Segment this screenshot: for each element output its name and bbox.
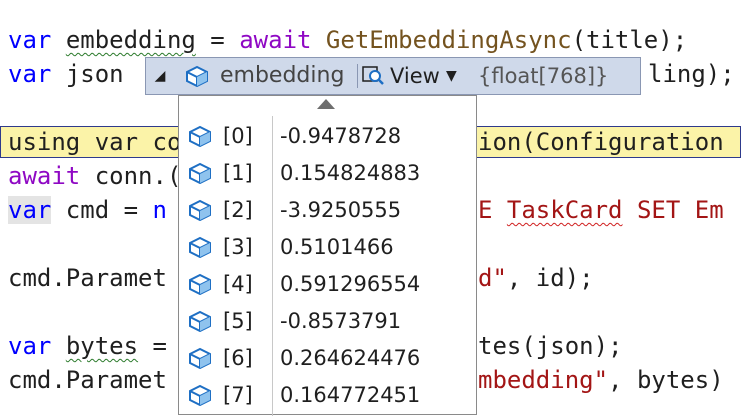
magnifier-icon (362, 66, 384, 85)
code-text: ling); (648, 60, 735, 88)
view-button[interactable]: View ▼ (362, 62, 468, 90)
list-item[interactable]: [5] -0.8573791 (179, 303, 476, 340)
identifier: bytes (65, 332, 139, 360)
datatip-variable-name[interactable]: embedding (220, 58, 344, 94)
identifier: embedding (65, 26, 196, 54)
item-index: [1] (223, 161, 253, 185)
datatip-expanded-list[interactable]: [0] -0.9478728 [1] 0.154824883 [2] -3.9250555… (178, 95, 477, 416)
cube-icon (189, 347, 211, 369)
caret-down-icon: ▼ (446, 68, 457, 84)
code-line-5-tail: E TaskCard SET Em (478, 194, 724, 226)
code-text: = (195, 26, 240, 54)
item-value: 0.154824883 (280, 161, 421, 185)
list-item[interactable]: [2] -3.9250555 (179, 192, 476, 229)
code-line-2: var json (8, 58, 124, 90)
keyword: n (152, 196, 167, 224)
item-value: -0.9478728 (280, 124, 402, 148)
code-line-1: var embedding = await GetEmbeddingAsync(… (8, 24, 687, 56)
cube-icon (189, 236, 211, 258)
code-line-4: await conn.( (8, 160, 181, 192)
code-text: cmd = (51, 196, 153, 224)
divider (357, 64, 358, 88)
code-line-7: var bytes = (8, 330, 181, 362)
datatip-value: {float[768]} (478, 64, 609, 88)
identifier: json (65, 60, 124, 88)
keyword: await (8, 162, 81, 190)
expand-arrow-icon[interactable]: ◢ (150, 66, 170, 86)
code-line-2-tail: ling); (648, 58, 735, 90)
cube-icon (189, 310, 211, 332)
item-value: -0.8573791 (280, 309, 402, 333)
code-text: cmd.Paramet (8, 366, 167, 394)
keyword: var (8, 26, 52, 54)
code-text: (title); (571, 26, 688, 54)
cube-icon (189, 384, 211, 406)
list-item[interactable]: [3] 0.5101466 (179, 229, 476, 266)
item-index: [6] (223, 346, 253, 370)
code-line-6: cmd.Paramet (8, 262, 167, 294)
cube-icon (189, 125, 211, 147)
string-literal: TaskCard (506, 196, 623, 224)
string-literal: d" (478, 264, 507, 292)
item-value: 0.591296554 (280, 272, 421, 296)
code-text: using var co (8, 128, 182, 156)
item-index: [3] (223, 235, 253, 259)
item-index: [2] (223, 198, 253, 222)
list-item[interactable]: [6] 0.264624476 (179, 340, 476, 377)
string-literal: SET Em (622, 196, 724, 224)
code-line-3-tail: ion(Configuration (478, 126, 724, 158)
code-text: ion(Configuration (478, 128, 724, 156)
item-index: [7] (223, 383, 253, 407)
keyword: await (239, 26, 312, 54)
item-value: 0.264624476 (280, 346, 421, 370)
list-item[interactable]: [1] 0.154824883 (179, 155, 476, 192)
code-text: , id); (506, 264, 594, 292)
code-line-7-tail: tes(json); (478, 330, 623, 362)
code-line-8-tail: mbedding", bytes) (478, 364, 724, 396)
cube-icon (189, 199, 211, 221)
code-text: , bytes) (608, 366, 724, 394)
string-literal: mbedding" (478, 366, 609, 394)
string-literal: E (478, 196, 507, 224)
method-name: GetEmbeddingAsync (325, 26, 572, 54)
code-line-3: using var co (8, 126, 181, 158)
cube-icon (189, 162, 211, 184)
code-text: cmd.Paramet (8, 264, 167, 292)
code-text: tes(json); (478, 332, 623, 360)
keyword: var (8, 60, 52, 88)
item-value: -3.9250555 (280, 198, 402, 222)
view-label: View (390, 64, 440, 88)
code-line-6-tail: d", id); (478, 262, 594, 294)
code-text: = (138, 332, 182, 360)
keyword: var (8, 196, 52, 224)
code-line-5: var cmd = n (8, 194, 167, 226)
code-line-8: cmd.Paramet (8, 364, 167, 396)
cube-icon (189, 273, 211, 295)
list-item[interactable]: [7] 0.164772451 (179, 377, 476, 414)
item-value: 0.5101466 (280, 235, 394, 259)
cube-icon (186, 65, 208, 87)
scroll-up-icon[interactable] (317, 99, 335, 109)
item-index: [0] (223, 124, 253, 148)
code-text: conn.( (80, 162, 182, 190)
list-item[interactable]: [0] -0.9478728 (179, 118, 476, 155)
list-item[interactable]: [4] 0.591296554 (179, 266, 476, 303)
keyword: var (8, 332, 52, 360)
item-index: [5] (223, 309, 253, 333)
item-value: 0.164772451 (280, 383, 421, 407)
datatip-header: ◢ embedding View ▼ {float[768]} (145, 57, 641, 95)
item-index: [4] (223, 272, 253, 296)
